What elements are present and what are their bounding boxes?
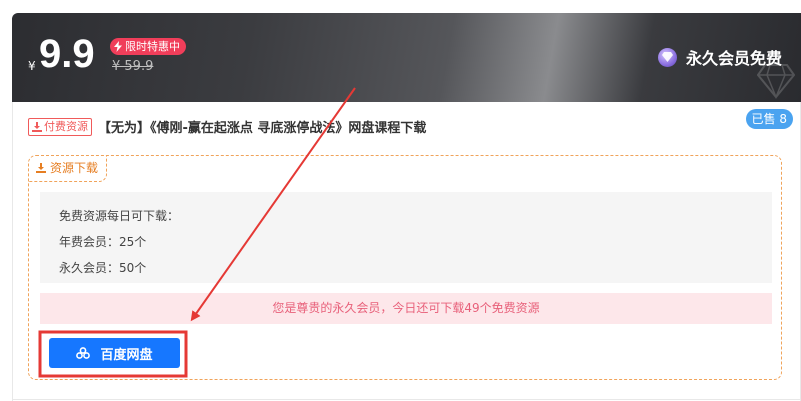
quota-line: 免费资源每日可下载： <box>59 209 180 223</box>
original-price: ¥ 59.9 <box>112 59 154 74</box>
divider <box>12 399 801 400</box>
quota-line: 年费会员：25个 <box>59 235 147 249</box>
resource-title: 【无为】《傅刚-赢在起涨点 寻底涨停战法》网盘课程下载 <box>98 121 427 136</box>
download-icon <box>36 163 46 173</box>
download-quota-info: 免费资源每日可下载： 年费会员：25个 永久会员：50个 <box>40 192 772 283</box>
title-row: 付费资源 【无为】《傅刚-赢在起涨点 寻底涨停战法》网盘课程下载 <box>28 117 426 136</box>
diamond-icon <box>757 64 795 99</box>
bolt-icon <box>114 41 122 52</box>
currency-symbol: ¥ <box>28 59 36 73</box>
download-tab-label: 资源下载 <box>50 161 99 175</box>
quota-line: 永久会员：50个 <box>59 261 147 275</box>
download-box: 资源下载 免费资源每日可下载： 年费会员：25个 永久会员：50个 您是尊贵的永… <box>28 155 782 380</box>
download-tab: 资源下载 <box>28 155 108 182</box>
page: ¥ 9.9 限时特惠中 ¥ 59.9 永久会员免费 已售 8 付费资源 【无为】… <box>0 0 801 401</box>
resource-panel: 已售 8 付费资源 【无为】《傅刚-赢在起涨点 寻底涨停战法》网盘课程下载 资源… <box>12 102 801 401</box>
price-banner: ¥ 9.9 限时特惠中 ¥ 59.9 永久会员免费 <box>12 13 801 102</box>
sale-badge: 限时特惠中 <box>110 38 186 55</box>
sale-badge-label: 限时特惠中 <box>125 40 180 53</box>
gem-icon <box>657 47 677 67</box>
download-icon <box>32 121 42 132</box>
paid-tag-label: 付费资源 <box>44 119 88 133</box>
baidu-cloud-icon <box>76 347 91 359</box>
baidu-netdisk-button[interactable]: 百度网盘 <box>49 338 180 368</box>
baidu-button-label: 百度网盘 <box>100 347 153 363</box>
member-notice: 您是尊贵的永久会员，今日还可下载49个免费资源 <box>40 293 772 324</box>
paid-resource-tag: 付费资源 <box>28 117 92 136</box>
sold-count-badge: 已售 8 <box>745 109 793 129</box>
price-value: 9.9 <box>39 32 95 76</box>
